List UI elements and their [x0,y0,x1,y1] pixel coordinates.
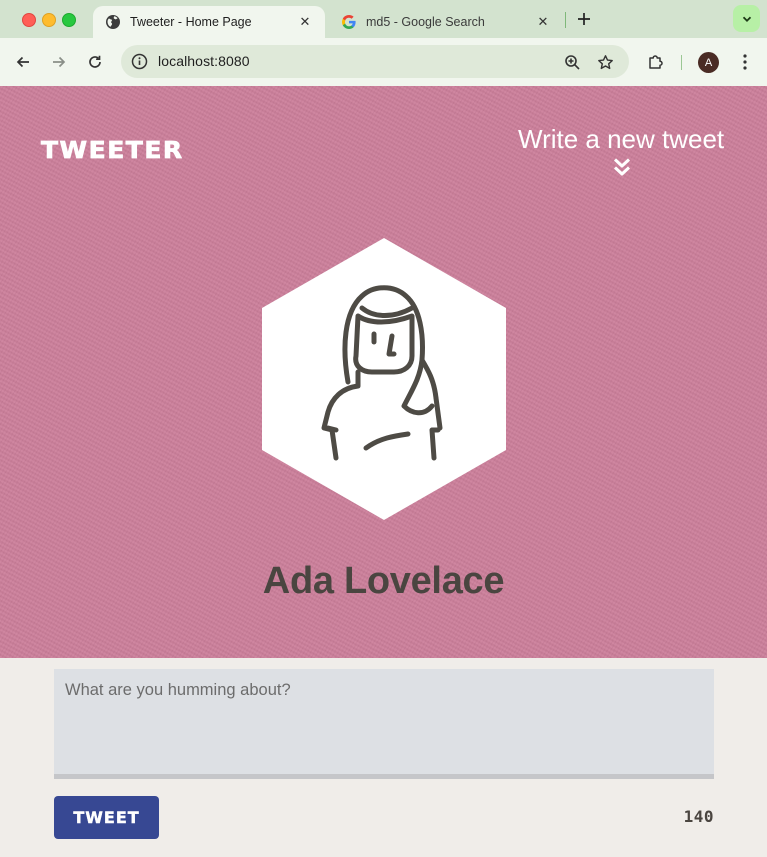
tab-search-button[interactable] [733,5,760,32]
extensions-button[interactable] [644,50,668,74]
minimize-window-button[interactable] [42,13,56,27]
site-info-icon[interactable] [131,53,148,70]
address-bar[interactable]: localhost:8080 [121,45,629,78]
brand-logo[interactable]: TWEETER [41,137,184,164]
character-counter: 140 [683,807,714,826]
tab-google-search[interactable]: md5 - Google Search ✕ [329,6,563,38]
globe-icon [106,15,120,29]
zoom-in-icon [564,54,580,70]
toolbar-divider [681,55,682,70]
page-header: TWEETER Write a new tweet Ada Lovelace [0,86,767,658]
bookmark-button[interactable] [595,52,615,72]
close-tab-icon[interactable]: ✕ [535,14,551,30]
tweet-textarea[interactable] [54,669,714,779]
double-chevron-down-icon[interactable] [611,156,633,178]
forward-button[interactable] [47,50,71,74]
star-icon [597,54,613,69]
more-vert-icon [743,54,747,70]
browser-toolbar: localhost:8080 A [0,38,767,86]
browser-tab-strip: Tweeter - Home Page ✕ md5 - Google Searc… [0,0,767,38]
reload-button[interactable] [83,50,107,74]
back-button[interactable] [11,50,35,74]
puzzle-icon [649,55,663,69]
close-tab-icon[interactable]: ✕ [297,14,313,30]
arrow-left-icon [16,56,29,68]
address-url[interactable]: localhost:8080 [158,53,250,69]
tab-title: Tweeter - Home Page [130,15,252,29]
profile-name: Ada Lovelace [262,560,505,602]
tab-divider [565,12,566,28]
browser-menu-button[interactable] [735,51,755,73]
reload-icon [89,55,101,68]
write-tweet-link[interactable]: Write a new tweet [518,124,724,155]
arrow-right-icon [53,56,66,68]
tab-title: md5 - Google Search [366,15,485,29]
new-tab-button[interactable] [574,9,594,29]
plus-icon [578,13,590,25]
zoom-button[interactable] [562,52,582,72]
user-avatar-icon [262,238,506,520]
google-icon [342,15,356,29]
profile-avatar[interactable]: A [698,52,719,73]
tab-tweeter-home[interactable]: Tweeter - Home Page ✕ [93,6,325,38]
close-window-button[interactable] [22,13,36,27]
chevron-down-icon [742,16,751,22]
zoom-window-button[interactable] [62,13,76,27]
tweet-submit-button[interactable]: TWEET [54,796,159,839]
